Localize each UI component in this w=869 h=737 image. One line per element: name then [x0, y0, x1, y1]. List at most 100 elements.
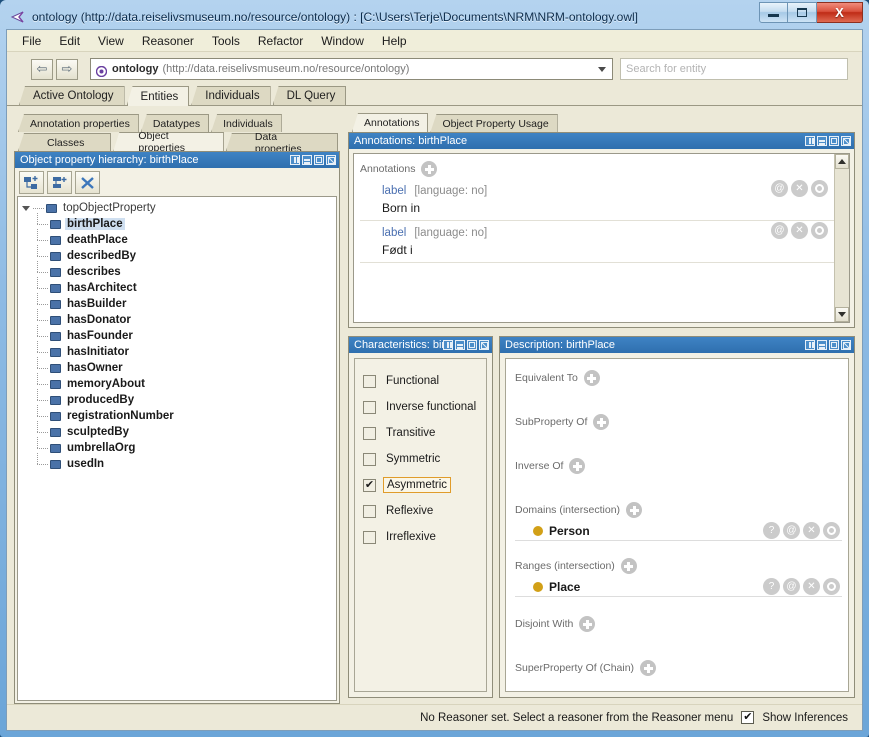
ontology-selector[interactable]: ontology (http://data.reiselivsmuseum.no…	[90, 58, 613, 80]
characteristic-irreflexive[interactable]: Irreflexive	[363, 524, 486, 550]
tab-data-properties[interactable]: Data properties	[225, 133, 338, 151]
tree-item-deathPlace[interactable]: deathPlace	[20, 228, 336, 248]
tree-item-usedIn[interactable]: usedIn	[20, 452, 336, 472]
menu-view[interactable]: View	[89, 32, 133, 50]
at-icon[interactable]: @	[771, 222, 788, 239]
panel-maximize-icon[interactable]	[314, 155, 324, 165]
tab-dl-query[interactable]: DL Query	[272, 86, 347, 105]
characteristic-reflexive[interactable]: Reflexive	[363, 498, 486, 524]
add-sibling-property-icon[interactable]	[47, 171, 72, 194]
tab-annotations[interactable]: Annotations	[352, 113, 429, 132]
delete-icon[interactable]: ✕	[803, 578, 820, 595]
tree-item-hasInitiator[interactable]: hasInitiator	[20, 340, 336, 360]
edit-icon[interactable]	[811, 180, 828, 197]
forward-button[interactable]: ⇨	[56, 58, 78, 80]
checkbox[interactable]	[363, 452, 376, 466]
at-icon[interactable]: @	[783, 522, 800, 539]
menu-edit[interactable]: Edit	[50, 32, 89, 50]
add-range-button[interactable]	[620, 558, 637, 574]
back-button[interactable]: ⇦	[31, 58, 53, 80]
tab-active-ontology[interactable]: Active Ontology	[19, 86, 125, 105]
checkbox[interactable]	[363, 400, 376, 414]
menu-help[interactable]: Help	[373, 32, 416, 50]
menu-reasoner[interactable]: Reasoner	[133, 32, 203, 50]
checkbox[interactable]	[363, 374, 376, 388]
edit-icon[interactable]	[823, 522, 840, 539]
show-inferences-checkbox[interactable]: ✔	[741, 711, 755, 724]
tree-item-hasOwner[interactable]: hasOwner	[20, 356, 336, 376]
tree-item-hasDonator[interactable]: hasDonator	[20, 308, 336, 328]
tree-item-registrationNumber[interactable]: registrationNumber	[20, 404, 336, 424]
property-tree[interactable]: topObjectProperty birthPlace deathPlace	[17, 196, 337, 701]
delete-property-icon[interactable]	[75, 171, 100, 194]
tree-item-hasBuilder[interactable]: hasBuilder	[20, 292, 336, 312]
close-button[interactable]: X	[817, 2, 863, 23]
tab-datatypes[interactable]: Datatypes	[140, 114, 210, 132]
delete-icon[interactable]: ✕	[803, 522, 820, 539]
tab-individuals[interactable]: Individuals	[191, 86, 271, 105]
tree-item-describedBy[interactable]: describedBy	[20, 244, 336, 264]
panel-maximize-icon[interactable]	[829, 136, 839, 146]
chevron-down-icon[interactable]	[20, 203, 31, 214]
annotation-row[interactable]: label [language: no] Born in @ ✕	[360, 179, 834, 221]
tree-item-describes[interactable]: describes	[20, 260, 336, 280]
panel-split-icon[interactable]	[805, 136, 815, 146]
checkbox[interactable]	[363, 530, 376, 544]
characteristic-symmetric[interactable]: Symmetric	[363, 446, 486, 472]
panel-split-icon[interactable]	[290, 155, 300, 165]
scroll-down-icon[interactable]	[835, 307, 849, 322]
add-subproperty-of-button[interactable]	[593, 414, 610, 430]
chevron-down-icon[interactable]	[598, 67, 606, 72]
checkbox[interactable]	[363, 504, 376, 518]
search-input[interactable]: Search for entity	[620, 58, 848, 80]
characteristic-functional[interactable]: Functional	[363, 368, 486, 394]
tree-item-umbrellaOrg[interactable]: umbrellaOrg	[20, 436, 336, 456]
tab-object-property-usage[interactable]: Object Property Usage	[430, 114, 558, 132]
tree-item-birthPlace[interactable]: birthPlace	[20, 212, 336, 232]
scroll-up-icon[interactable]	[835, 154, 849, 169]
add-superproperty-chain-button[interactable]	[640, 660, 657, 676]
delete-icon[interactable]: ✕	[791, 222, 808, 239]
panel-split-icon[interactable]	[805, 340, 815, 350]
panel-minimize-icon[interactable]	[455, 340, 465, 350]
tree-item-sculptedBy[interactable]: sculptedBy	[20, 420, 336, 440]
panel-minimize-icon[interactable]	[302, 155, 312, 165]
characteristic-transitive[interactable]: Transitive	[363, 420, 486, 446]
tab-individuals-entity[interactable]: Individuals	[211, 114, 282, 132]
help-icon[interactable]: ?	[763, 578, 780, 595]
minimize-button[interactable]	[759, 2, 788, 23]
tree-item-hasArchitect[interactable]: hasArchitect	[20, 276, 336, 296]
panel-close-icon[interactable]	[326, 155, 336, 165]
annotation-value[interactable]: Født i	[360, 243, 834, 257]
add-inverse-of-button[interactable]	[569, 458, 586, 474]
panel-minimize-icon[interactable]	[817, 136, 827, 146]
annotation-row[interactable]: label [language: no] Født i @ ✕	[360, 221, 834, 263]
range-item-place[interactable]: Place ? @ ✕	[515, 577, 842, 597]
panel-close-icon[interactable]	[841, 340, 851, 350]
add-equivalent-to-button[interactable]	[583, 370, 600, 386]
tab-entities[interactable]: Entities	[126, 86, 190, 106]
tree-item-memoryAbout[interactable]: memoryAbout	[20, 372, 336, 392]
tab-annotation-properties[interactable]: Annotation properties	[18, 114, 139, 132]
characteristic-asymmetric[interactable]: ✔ Asymmetric	[363, 472, 486, 498]
menu-refactor[interactable]: Refactor	[249, 32, 312, 50]
menu-tools[interactable]: Tools	[203, 32, 249, 50]
edit-icon[interactable]	[823, 578, 840, 595]
panel-split-icon[interactable]	[443, 340, 453, 350]
maximize-button[interactable]	[788, 2, 817, 23]
add-domain-button[interactable]	[626, 502, 643, 518]
annotation-property[interactable]: label	[382, 227, 406, 239]
domain-item-person[interactable]: Person ? @ ✕	[515, 521, 842, 541]
menu-window[interactable]: Window	[312, 32, 373, 50]
add-annotation-button[interactable]	[421, 161, 438, 177]
panel-maximize-icon[interactable]	[467, 340, 477, 350]
tab-object-properties[interactable]: Object properties	[113, 132, 224, 151]
tree-root-item[interactable]: topObjectProperty	[20, 200, 336, 216]
delete-icon[interactable]: ✕	[791, 180, 808, 197]
edit-icon[interactable]	[811, 222, 828, 239]
annotation-value[interactable]: Born in	[360, 201, 834, 215]
panel-close-icon[interactable]	[479, 340, 489, 350]
tree-item-producedBy[interactable]: producedBy	[20, 388, 336, 408]
help-icon[interactable]: ?	[763, 522, 780, 539]
menu-file[interactable]: File	[13, 32, 50, 50]
